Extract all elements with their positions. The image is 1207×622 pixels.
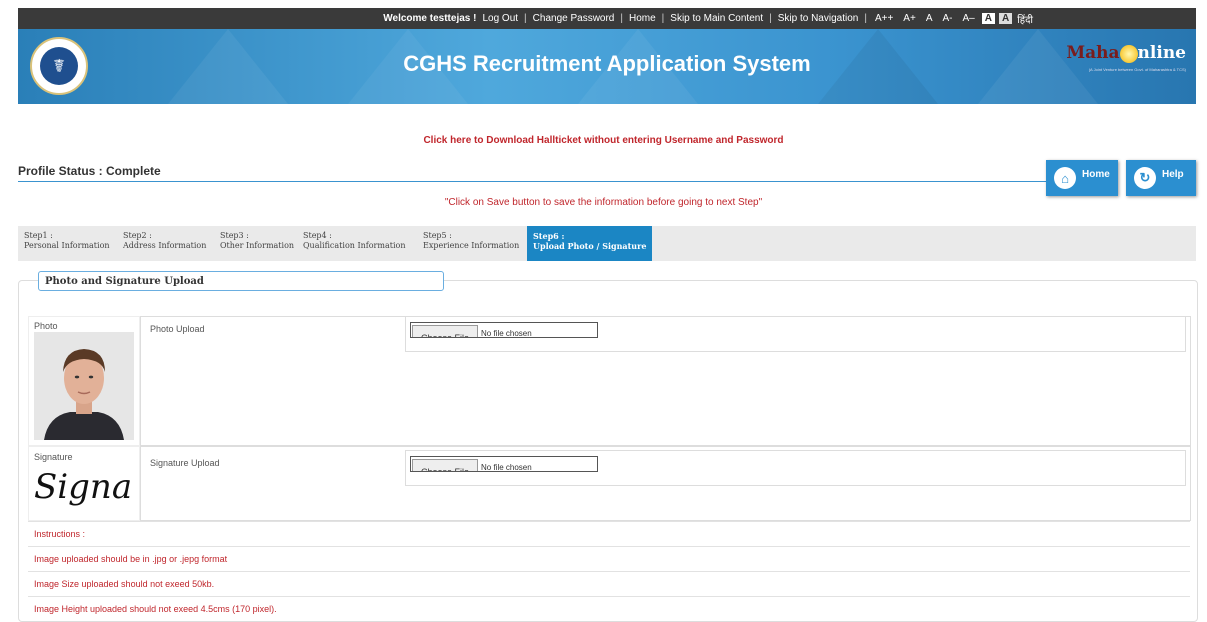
download-hallticket-link[interactable]: Click here to Download Hallticket withou… (0, 135, 1207, 146)
mahaonline-logo: Maha nline (A Joint Venture between Govt.… (1066, 43, 1186, 72)
panel-title: Photo and Signature Upload (38, 271, 444, 291)
contrast-normal[interactable]: A (981, 13, 995, 24)
tab-step5[interactable]: Step5 : Experience Information (423, 231, 519, 251)
font-size-small[interactable]: A- (940, 13, 954, 24)
help-button[interactable]: ↻ Help (1126, 160, 1196, 196)
photo-preview (34, 332, 134, 440)
font-size-normal[interactable]: A (924, 13, 935, 24)
help-icon: ↻ (1134, 167, 1156, 189)
tab-step4[interactable]: Step4 : Qualification Information (303, 231, 405, 251)
home-icon: ⌂ (1054, 167, 1076, 189)
choose-file-button[interactable]: Choose File (412, 459, 478, 471)
signature-label: Signature (34, 452, 73, 462)
photo-upload-label: Photo Upload (150, 324, 205, 334)
signature-preview: Signa (34, 467, 133, 507)
top-utility-bar: Welcome testtejas ! Log Out | Change Pas… (18, 8, 1196, 29)
page-title: CGHS Recruitment Application System (403, 51, 811, 76)
contrast-high[interactable]: A (998, 13, 1013, 24)
instruction-item: Image Height uploaded should not exeed 4… (28, 596, 1190, 620)
instruction-item: Image uploaded should be in .jpg or .jep… (28, 546, 1190, 570)
home-link[interactable]: Home (629, 13, 656, 24)
site-header: ☤ CGHS Recruitment Application System Ma… (18, 29, 1196, 104)
logout-link[interactable]: Log Out (482, 13, 518, 24)
step-tabs: Step1 : Personal Information Step2 : Addre… (18, 226, 1196, 261)
home-button[interactable]: ⌂ Home (1046, 160, 1118, 196)
welcome-text: Welcome testtejas ! (383, 13, 477, 24)
instruction-item: Image Size uploaded should not exeed 50k… (28, 571, 1190, 595)
tab-step3[interactable]: Step3 : Other Information (220, 231, 294, 251)
tab-step6[interactable]: Step6 : Upload Photo / Signature (527, 226, 653, 261)
photo-label: Photo (34, 321, 58, 331)
font-size-xs[interactable]: A– (960, 13, 976, 24)
skip-main-link[interactable]: Skip to Main Content (670, 13, 763, 24)
choose-file-button[interactable]: Choose File (412, 325, 478, 337)
signature-file-input[interactable]: Choose File No file chosen (410, 456, 598, 472)
photo-file-input[interactable]: Choose File No file chosen (410, 322, 598, 338)
font-size-xl[interactable]: A+ (901, 13, 918, 24)
skip-nav-link[interactable]: Skip to Navigation (778, 13, 859, 24)
profile-status: Profile Status : Complete (18, 164, 161, 178)
divider (18, 181, 1048, 182)
instructions-heading: Instructions : (28, 521, 1190, 545)
change-password-link[interactable]: Change Password (533, 13, 615, 24)
font-size-xxl[interactable]: A++ (873, 13, 895, 24)
save-note: "Click on Save button to save the inform… (444, 197, 763, 208)
signature-upload-label: Signature Upload (150, 458, 220, 468)
tab-step1[interactable]: Step1 : Personal Information (24, 231, 110, 251)
tab-step2[interactable]: Step2 : Address Information (123, 231, 206, 251)
hindi-link[interactable]: हिंदी (1017, 12, 1033, 26)
